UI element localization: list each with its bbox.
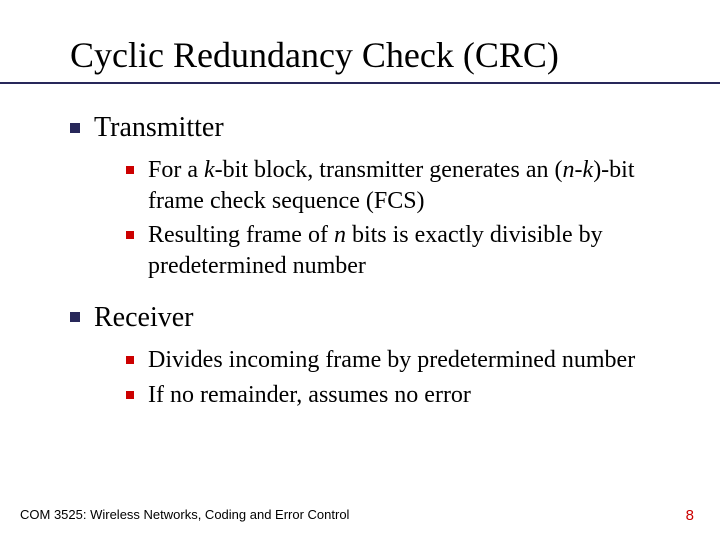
title-underline [0,82,720,84]
square-bullet-icon [70,312,80,322]
text-run: -bit block, transmitter generates an ( [215,157,563,183]
italic-run: k [204,157,215,183]
item-text: Resulting frame of n bits is exactly div… [148,220,690,281]
section-heading-receiver: Receiver [70,300,690,335]
text-run: For a [148,157,204,183]
text-run: If no remainder, assumes no error [148,382,471,408]
list-item: For a k-bit block, transmitter generates… [126,155,690,216]
square-bullet-icon [126,356,134,364]
square-bullet-icon [70,123,80,133]
list-item: If no remainder, assumes no error [126,380,690,411]
heading-text: Transmitter [94,112,224,143]
section-heading-transmitter: Transmitter [70,110,690,145]
slide-content: Transmitter For a k-bit block, transmitt… [70,110,690,428]
italic-run: n-k [563,157,594,183]
item-text: Divides incoming frame by predetermined … [148,345,690,376]
footer-page-number: 8 [686,507,694,524]
square-bullet-icon [126,231,134,239]
square-bullet-icon [126,166,134,174]
slide-title: Cyclic Redundancy Check (CRC) [70,34,700,76]
italic-run: n [334,222,346,248]
text-run: Divides incoming frame by predetermined … [148,347,635,373]
slide: Cyclic Redundancy Check (CRC) Transmitte… [0,0,720,540]
heading-text: Receiver [94,302,194,333]
square-bullet-icon [126,391,134,399]
list-item: Divides incoming frame by predetermined … [126,345,690,376]
list-item: Resulting frame of n bits is exactly div… [126,220,690,281]
footer-course: COM 3525: Wireless Networks, Coding and … [20,507,349,522]
text-run: Resulting frame of [148,222,334,248]
item-text: For a k-bit block, transmitter generates… [148,155,690,216]
section-items-receiver: Divides incoming frame by predetermined … [126,345,690,410]
section-items-transmitter: For a k-bit block, transmitter generates… [126,155,690,282]
item-text: If no remainder, assumes no error [148,380,690,411]
